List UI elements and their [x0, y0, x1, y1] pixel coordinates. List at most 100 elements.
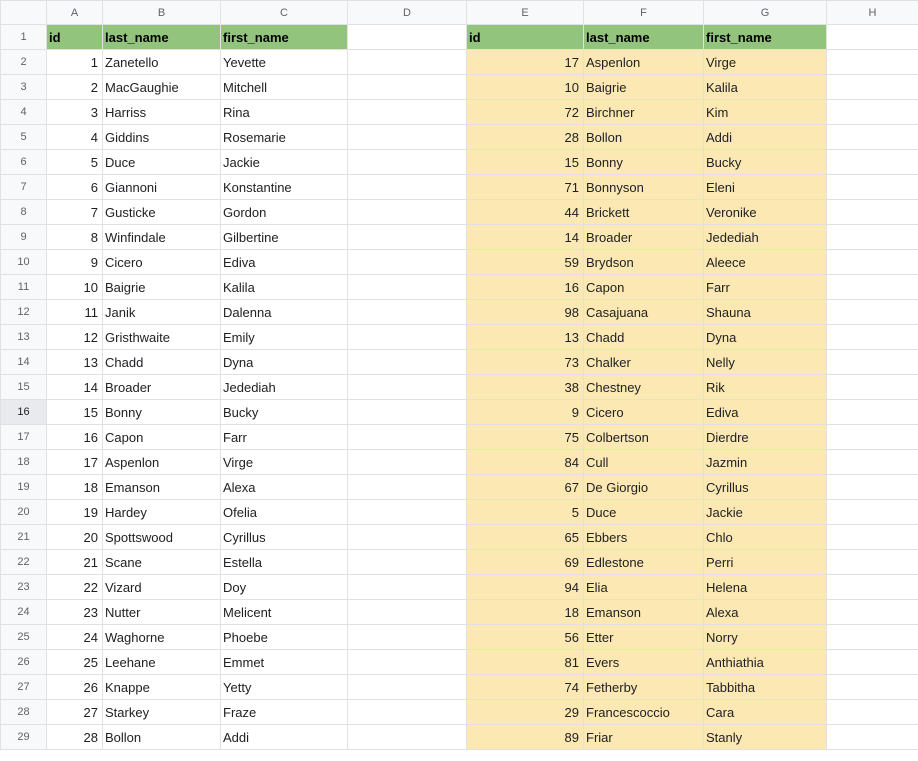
cell-C26[interactable]: Emmet [221, 650, 348, 675]
cell-G19[interactable]: Cyrillus [704, 475, 827, 500]
cell-C27[interactable]: Yetty [221, 675, 348, 700]
cell-B1[interactable]: last_name [103, 25, 221, 50]
cell-C8[interactable]: Gordon [221, 200, 348, 225]
col-header-B[interactable]: B [103, 1, 221, 25]
cell-D26[interactable] [348, 650, 467, 675]
cell-G11[interactable]: Farr [704, 275, 827, 300]
cell-A2[interactable]: 1 [47, 50, 103, 75]
cell-B6[interactable]: Duce [103, 150, 221, 175]
row-header-27[interactable]: 27 [1, 675, 47, 700]
cell-A5[interactable]: 4 [47, 125, 103, 150]
cell-D8[interactable] [348, 200, 467, 225]
cell-C22[interactable]: Estella [221, 550, 348, 575]
cell-C7[interactable]: Konstantine [221, 175, 348, 200]
cell-B20[interactable]: Hardey [103, 500, 221, 525]
cell-H16[interactable] [827, 400, 918, 425]
cell-D22[interactable] [348, 550, 467, 575]
cell-G8[interactable]: Veronike [704, 200, 827, 225]
cell-B22[interactable]: Scane [103, 550, 221, 575]
cell-H15[interactable] [827, 375, 918, 400]
row-header-21[interactable]: 21 [1, 525, 47, 550]
cell-E16[interactable]: 9 [467, 400, 584, 425]
cell-C10[interactable]: Ediva [221, 250, 348, 275]
cell-C2[interactable]: Yevette [221, 50, 348, 75]
cell-C9[interactable]: Gilbertine [221, 225, 348, 250]
cell-F5[interactable]: Bollon [584, 125, 704, 150]
cell-A13[interactable]: 12 [47, 325, 103, 350]
cell-G1[interactable]: first_name [704, 25, 827, 50]
cell-F22[interactable]: Edlestone [584, 550, 704, 575]
cell-D25[interactable] [348, 625, 467, 650]
cell-A14[interactable]: 13 [47, 350, 103, 375]
row-header-15[interactable]: 15 [1, 375, 47, 400]
cell-A29[interactable]: 28 [47, 725, 103, 750]
cell-E11[interactable]: 16 [467, 275, 584, 300]
row-header-28[interactable]: 28 [1, 700, 47, 725]
row-header-4[interactable]: 4 [1, 100, 47, 125]
cell-F4[interactable]: Birchner [584, 100, 704, 125]
cell-C24[interactable]: Melicent [221, 600, 348, 625]
cell-A1[interactable]: id [47, 25, 103, 50]
cell-A11[interactable]: 10 [47, 275, 103, 300]
cell-A25[interactable]: 24 [47, 625, 103, 650]
cell-C20[interactable]: Ofelia [221, 500, 348, 525]
cell-G22[interactable]: Perri [704, 550, 827, 575]
cell-D10[interactable] [348, 250, 467, 275]
cell-H14[interactable] [827, 350, 918, 375]
cell-E13[interactable]: 13 [467, 325, 584, 350]
cell-H8[interactable] [827, 200, 918, 225]
cell-B19[interactable]: Emanson [103, 475, 221, 500]
cell-E21[interactable]: 65 [467, 525, 584, 550]
cell-A8[interactable]: 7 [47, 200, 103, 225]
cell-F23[interactable]: Elia [584, 575, 704, 600]
cell-B10[interactable]: Cicero [103, 250, 221, 275]
cell-B8[interactable]: Gusticke [103, 200, 221, 225]
row-header-7[interactable]: 7 [1, 175, 47, 200]
cell-B27[interactable]: Knappe [103, 675, 221, 700]
cell-A22[interactable]: 21 [47, 550, 103, 575]
cell-B23[interactable]: Vizard [103, 575, 221, 600]
cell-G23[interactable]: Helena [704, 575, 827, 600]
cell-H10[interactable] [827, 250, 918, 275]
row-header-22[interactable]: 22 [1, 550, 47, 575]
cell-C1[interactable]: first_name [221, 25, 348, 50]
cell-G13[interactable]: Dyna [704, 325, 827, 350]
row-header-25[interactable]: 25 [1, 625, 47, 650]
cell-H22[interactable] [827, 550, 918, 575]
cell-B13[interactable]: Gristhwaite [103, 325, 221, 350]
cell-B29[interactable]: Bollon [103, 725, 221, 750]
cell-C13[interactable]: Emily [221, 325, 348, 350]
cell-B18[interactable]: Aspenlon [103, 450, 221, 475]
col-header-D[interactable]: D [348, 1, 467, 25]
cell-H1[interactable] [827, 25, 918, 50]
row-header-10[interactable]: 10 [1, 250, 47, 275]
cell-F26[interactable]: Evers [584, 650, 704, 675]
cell-A6[interactable]: 5 [47, 150, 103, 175]
cell-H21[interactable] [827, 525, 918, 550]
row-header-24[interactable]: 24 [1, 600, 47, 625]
cell-D21[interactable] [348, 525, 467, 550]
cell-F16[interactable]: Cicero [584, 400, 704, 425]
cell-B28[interactable]: Starkey [103, 700, 221, 725]
cell-D2[interactable] [348, 50, 467, 75]
cell-G7[interactable]: Eleni [704, 175, 827, 200]
cell-C25[interactable]: Phoebe [221, 625, 348, 650]
cell-E14[interactable]: 73 [467, 350, 584, 375]
cell-C14[interactable]: Dyna [221, 350, 348, 375]
cell-H12[interactable] [827, 300, 918, 325]
col-header-G[interactable]: G [704, 1, 827, 25]
cell-E17[interactable]: 75 [467, 425, 584, 450]
cell-E29[interactable]: 89 [467, 725, 584, 750]
row-header-8[interactable]: 8 [1, 200, 47, 225]
cell-B2[interactable]: Zanetello [103, 50, 221, 75]
col-header-C[interactable]: C [221, 1, 348, 25]
cell-E28[interactable]: 29 [467, 700, 584, 725]
cell-H24[interactable] [827, 600, 918, 625]
cell-G15[interactable]: Rik [704, 375, 827, 400]
cell-E27[interactable]: 74 [467, 675, 584, 700]
cell-E19[interactable]: 67 [467, 475, 584, 500]
cell-D4[interactable] [348, 100, 467, 125]
row-header-29[interactable]: 29 [1, 725, 47, 750]
cell-B24[interactable]: Nutter [103, 600, 221, 625]
cell-G2[interactable]: Virge [704, 50, 827, 75]
